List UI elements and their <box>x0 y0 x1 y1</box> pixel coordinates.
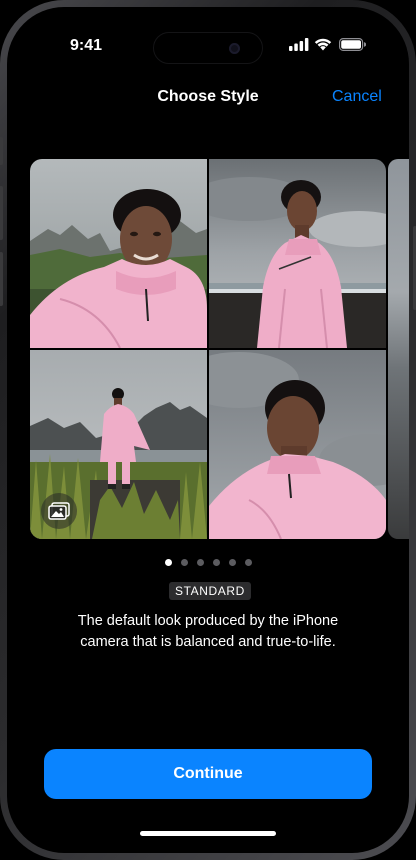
style-description: The default look produced by the iPhone … <box>37 611 379 653</box>
action-button <box>0 137 3 165</box>
photo-portrait-selfie-mountains[interactable] <box>30 159 207 348</box>
volume-up-button <box>0 186 3 240</box>
style-description-line-2: camera that is balanced and true-to-life… <box>80 634 336 650</box>
home-indicator[interactable] <box>140 831 276 836</box>
page-dot-4[interactable] <box>212 559 220 566</box>
style-name-badge: STANDARD <box>169 582 251 600</box>
style-preview-grid[interactable] <box>30 159 386 539</box>
wifi-icon <box>314 38 332 51</box>
page-dot-1[interactable] <box>164 559 172 566</box>
page-dot-2[interactable] <box>180 559 188 566</box>
photo-portrait-beach-clouds[interactable] <box>209 159 386 348</box>
photo-library-icon <box>48 502 70 520</box>
photo-library-button[interactable] <box>41 493 77 529</box>
page-dot-5[interactable] <box>228 559 236 566</box>
battery-icon <box>339 38 366 51</box>
dynamic-island <box>153 32 263 64</box>
photo-portrait-profile-sky[interactable] <box>209 350 386 539</box>
style-description-line-1: The default look produced by the iPhone <box>77 613 339 629</box>
page-dot-3[interactable] <box>196 559 204 566</box>
cellular-signal-icon <box>289 38 309 51</box>
page-dot-6[interactable] <box>244 559 252 566</box>
screen: 9:41 Choose Style Cancel STANDARD The de… <box>7 7 409 853</box>
status-icons <box>289 38 369 52</box>
phone-frame: 9:41 Choose Style Cancel STANDARD The de… <box>0 0 416 860</box>
cancel-button[interactable]: Cancel <box>332 88 382 106</box>
continue-button[interactable]: Continue <box>44 749 372 799</box>
status-time: 9:41 <box>70 37 103 54</box>
volume-down-button <box>0 252 3 306</box>
front-camera <box>229 43 240 54</box>
next-style-preview[interactable] <box>388 159 409 539</box>
page-indicator[interactable] <box>7 559 409 566</box>
